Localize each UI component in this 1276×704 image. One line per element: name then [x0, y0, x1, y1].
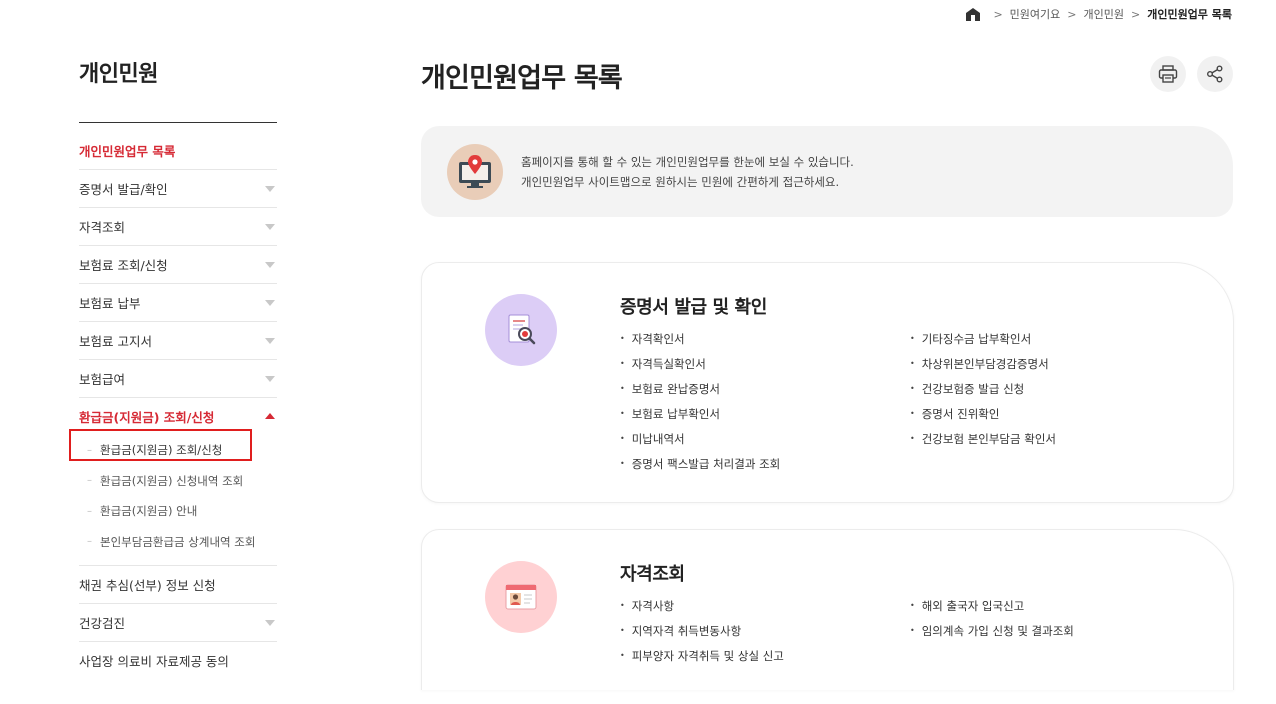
sidebar-item-medical-consent[interactable]: 사업장 의료비 자료제공 동의 — [79, 642, 277, 679]
dash-icon: – — [87, 475, 92, 487]
intro-banner: 홈페이지를 통해 할 수 있는 개인민원업무를 한눈에 보실 수 있습니다. 개… — [421, 126, 1233, 217]
chevron-down-icon — [265, 375, 275, 382]
section-link[interactable]: 미납내역서 — [620, 429, 780, 454]
sidebar-item-health-checkup[interactable]: 건강검진 — [79, 604, 277, 642]
breadcrumb-item[interactable]: 민원여기요 — [1010, 6, 1061, 22]
print-button[interactable] — [1150, 56, 1186, 92]
chevron-down-icon — [265, 261, 275, 268]
sidebar-item-label: 환급금(지원금) 조회/신청 — [79, 410, 215, 425]
sidebar-item-certificates[interactable]: 증명서 발급/확인 — [79, 170, 277, 208]
section-link[interactable]: 해외 출국자 입국신고 — [910, 596, 1074, 621]
share-icon — [1207, 65, 1223, 83]
breadcrumb-separator: > — [1067, 7, 1077, 21]
sidebar-item-debt-collection[interactable]: 채권 추심(선부) 정보 신청 — [79, 566, 277, 604]
monitor-location-icon — [447, 144, 503, 200]
chevron-down-icon — [265, 185, 275, 192]
section-link-list: 해외 출국자 입국신고 임의계속 가입 신청 및 결과조회 — [910, 596, 1074, 646]
chevron-down-icon — [265, 223, 275, 230]
sidebar-item-premium-notice[interactable]: 보험료 고지서 — [79, 322, 277, 360]
page-title: 개인민원업무 목록 — [421, 63, 623, 94]
section-card-certificates: 증명서 발급 및 확인 자격확인서 자격득실확인서 보험료 완납증명서 보험료 … — [421, 262, 1234, 503]
breadcrumb-separator: > — [993, 7, 1003, 21]
sidebar-item-label: 보험급여 — [79, 372, 126, 387]
section-link[interactable]: 임의계속 가입 신청 및 결과조회 — [910, 621, 1074, 646]
section-link[interactable]: 피부양자 자격취득 및 상실 신고 — [620, 646, 784, 671]
sidebar-item-premium-inquiry[interactable]: 보험료 조회/신청 — [79, 246, 277, 284]
section-link[interactable]: 보험료 완납증명서 — [620, 379, 780, 404]
sidebar-subitem-label: 본인부담금환급금 상계내역 조회 — [100, 534, 256, 549]
section-link-list: 자격확인서 자격득실확인서 보험료 완납증명서 보험료 납부확인서 미납내역서 … — [620, 329, 781, 479]
intro-line: 개인민원업무 사이트맵으로 원하시는 민원에 간편하게 접근하세요. — [521, 175, 840, 189]
breadcrumb-separator: > — [1130, 7, 1141, 21]
sidebar-item-premium-payment[interactable]: 보험료 납부 — [79, 284, 277, 322]
chevron-down-icon — [265, 299, 275, 306]
section-link[interactable]: 건강보험 본인부담금 확인서 — [910, 429, 1056, 454]
sidebar-item-label: 채권 추심(선부) 정보 신청 — [79, 578, 216, 593]
chevron-up-icon — [265, 412, 275, 419]
sidebar-item-label: 보험료 고지서 — [79, 334, 152, 349]
sidebar-item-label: 개인민원업무 목록 — [79, 144, 176, 159]
sidebar-item-label: 증명서 발급/확인 — [79, 182, 168, 197]
sidebar-item-label: 보험료 납부 — [79, 296, 141, 311]
section-link[interactable]: 자격득실확인서 — [620, 354, 780, 379]
chevron-down-icon — [265, 619, 275, 626]
dash-icon: – — [87, 536, 92, 548]
sidebar-divider — [79, 122, 277, 123]
id-card-icon — [485, 561, 557, 633]
sidebar-title: 개인민원 — [79, 62, 158, 87]
dash-icon: – — [87, 505, 92, 517]
share-button[interactable] — [1197, 56, 1233, 92]
section-title: 자격조회 — [620, 564, 685, 585]
sidebar-subitem-offset-history[interactable]: – 본인부담금환급금 상계내역 조회 — [79, 527, 277, 558]
sidebar-subitem-refund-history[interactable]: – 환급금(지원금) 신청내역 조회 — [79, 466, 277, 497]
chevron-down-icon — [265, 337, 275, 344]
sidebar-menu: 개인민원업무 목록 증명서 발급/확인 자격조회 보험료 조회/신청 보험료 납… — [79, 132, 277, 679]
breadcrumb: > 민원여기요 > 개인민원 > 개인민원업무 목록 — [966, 6, 1232, 22]
sidebar-item-eligibility[interactable]: 자격조회 — [79, 208, 277, 246]
home-icon[interactable] — [966, 7, 981, 21]
sidebar-subitem-refund-guide[interactable]: – 환급금(지원금) 안내 — [79, 496, 277, 527]
section-link[interactable]: 지역자격 취득변동사항 — [620, 621, 784, 646]
breadcrumb-item[interactable]: 개인민원 — [1084, 6, 1124, 22]
section-link[interactable]: 기타징수금 납부확인서 — [910, 329, 1056, 354]
intro-line: 홈페이지를 통해 할 수 있는 개인민원업무를 한눈에 보실 수 있습니다. — [521, 155, 854, 169]
intro-text: 홈페이지를 통해 할 수 있는 개인민원업무를 한눈에 보실 수 있습니다. 개… — [521, 152, 854, 192]
section-link[interactable]: 증명서 진위확인 — [910, 404, 1056, 429]
sidebar-item-label: 보험료 조회/신청 — [79, 258, 168, 273]
section-link[interactable]: 차상위본인부담경감증명서 — [910, 354, 1056, 379]
section-link[interactable]: 보험료 납부확인서 — [620, 404, 780, 429]
section-link[interactable]: 자격확인서 — [620, 329, 780, 354]
printer-icon — [1158, 65, 1178, 83]
sidebar-item-label: 사업장 의료비 자료제공 동의 — [79, 654, 229, 669]
selection-highlight-box — [69, 429, 252, 461]
sidebar-item-label: 건강검진 — [79, 616, 126, 631]
sidebar-subitem-label: 환급금(지원금) 신청내역 조회 — [100, 473, 244, 488]
section-link[interactable]: 자격사항 — [620, 596, 784, 621]
sidebar-item-label: 자격조회 — [79, 220, 126, 235]
sidebar-item-personal-list[interactable]: 개인민원업무 목록 — [79, 132, 277, 170]
section-link[interactable]: 증명서 팩스발급 처리결과 조회 — [620, 454, 781, 479]
section-link[interactable]: 건강보험증 발급 신청 — [910, 379, 1056, 404]
section-title: 증명서 발급 및 확인 — [620, 297, 767, 318]
section-card-eligibility: 자격조회 자격사항 지역자격 취득변동사항 피부양자 자격취득 및 상실 신고 … — [421, 529, 1234, 690]
breadcrumb-current: 개인민원업무 목록 — [1147, 8, 1232, 21]
sidebar-subitem-label: 환급금(지원금) 안내 — [100, 504, 198, 519]
section-link-list: 기타징수금 납부확인서 차상위본인부담경감증명서 건강보험증 발급 신청 증명서… — [910, 329, 1056, 454]
sidebar-item-benefits[interactable]: 보험급여 — [79, 360, 277, 398]
document-search-icon — [485, 294, 557, 366]
section-link-list: 자격사항 지역자격 취득변동사항 피부양자 자격취득 및 상실 신고 — [620, 596, 784, 671]
